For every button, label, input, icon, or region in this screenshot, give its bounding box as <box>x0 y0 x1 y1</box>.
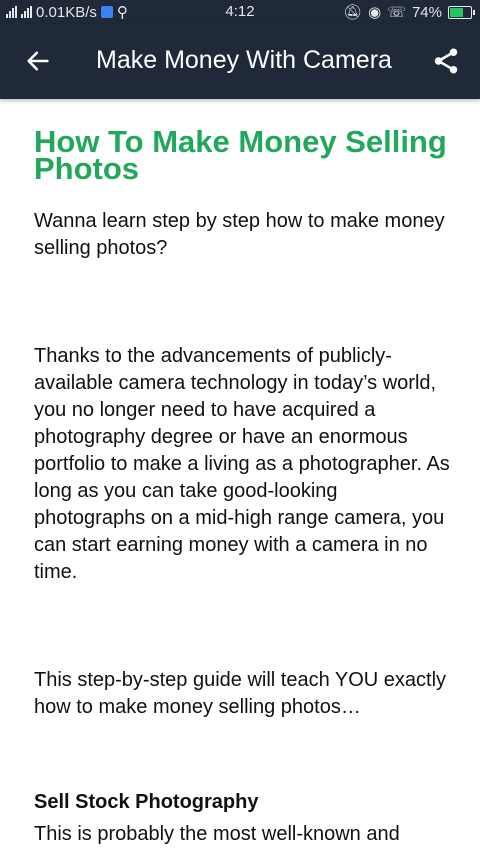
article-paragraph-1: Thanks to the advancements of publicly-a… <box>34 345 450 583</box>
eye-icon: ◉ <box>368 4 382 21</box>
article-paragraph-2: This step-by-step guide will teach YOU e… <box>34 669 447 718</box>
status-bar: 0.01KB/s ⚲ 4:12 🔕︎ ◉ ☏ 74% <box>0 0 480 24</box>
share-icon[interactable] <box>431 46 461 76</box>
mute-icon: 🔕︎ <box>343 4 363 21</box>
section-heading: Sell Stock Photography <box>34 791 259 813</box>
hd-call-icon: ☏ <box>387 4 406 21</box>
article: How To Make Money Selling Photos Wanna l… <box>34 118 450 848</box>
article-heading: How To Make Money Selling Photos <box>34 124 447 186</box>
battery-percent: 74% <box>411 3 442 21</box>
arrow-left-icon[interactable] <box>24 47 52 75</box>
article-paragraph-3: This is probably the most well-known and <box>34 823 400 845</box>
article-intro: Wanna learn step by step how to make mon… <box>34 210 445 259</box>
battery-icon <box>448 5 475 19</box>
app-bar: Make Money With Camera <box>0 24 480 99</box>
page-title: Make Money With Camera <box>96 46 392 74</box>
